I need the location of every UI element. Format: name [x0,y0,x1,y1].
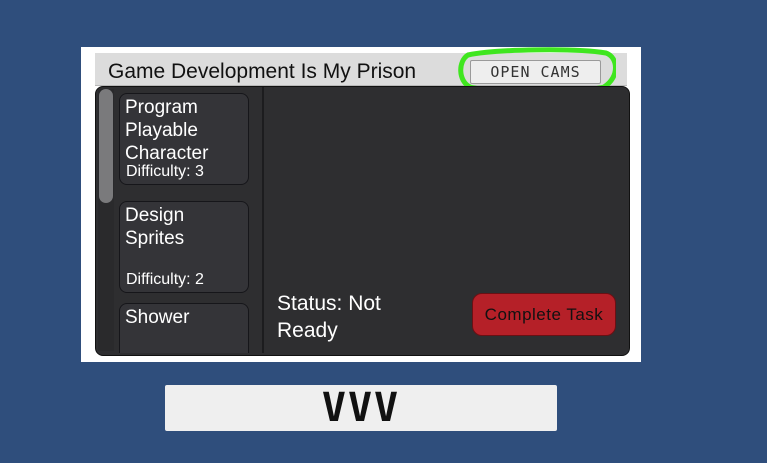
bottom-text-bar: VVV [165,385,557,431]
task-item-program-playable-character[interactable]: Program Playable Character Difficulty: 3 [119,93,249,185]
task-name: Program Playable Character [125,97,209,164]
task-status: Status: Not Ready [277,292,381,342]
task-list: Program Playable Character Difficulty: 3… [116,87,264,353]
task-difficulty: Difficulty: 2 [126,271,204,288]
task-difficulty: Difficulty: 3 [126,163,204,180]
task-window: Game Development Is My Prison OPEN CAMS … [81,47,641,362]
scrollbar-thumb[interactable] [99,89,113,203]
panel-divider [262,87,264,353]
task-list-scrollbar[interactable] [98,89,114,351]
task-panel: Program Playable Character Difficulty: 3… [95,86,630,356]
task-name: Shower [125,307,190,328]
window-title: Game Development Is My Prison [108,60,417,83]
bottom-bar-text: VVV [321,385,401,431]
task-item-shower[interactable]: Shower [119,303,249,353]
task-item-design-sprites[interactable]: Design Sprites Difficulty: 2 [119,201,249,293]
task-name: Design Sprites [125,205,185,249]
complete-task-button[interactable]: Complete Task [472,293,616,336]
